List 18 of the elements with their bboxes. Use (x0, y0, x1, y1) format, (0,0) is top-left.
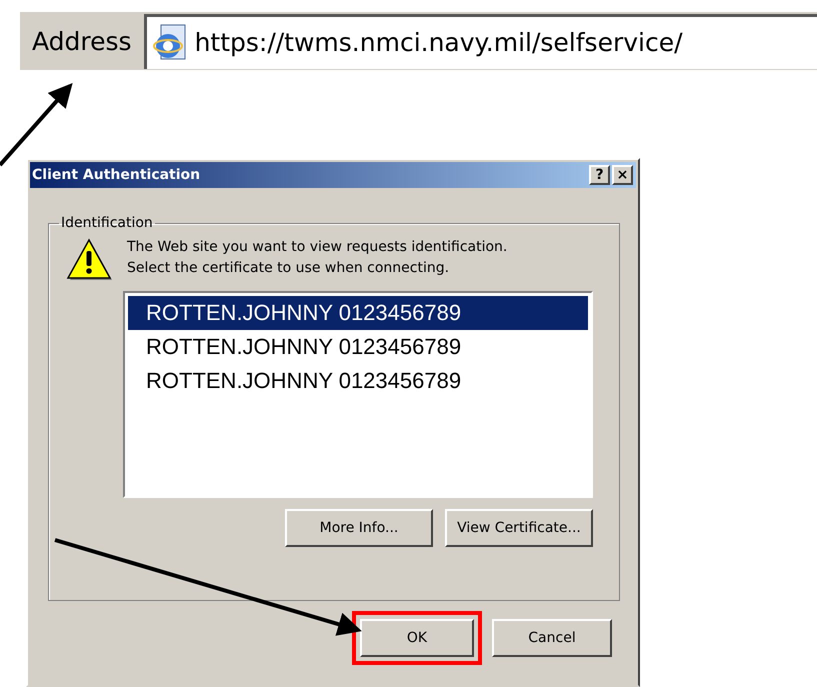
url-text: https://twms.nmci.navy.mil/selfservice/ (194, 28, 683, 57)
certificate-item[interactable]: ROTTEN.JOHNNY 0123456789 (128, 364, 588, 398)
view-certificate-button[interactable]: View Certificate... (445, 509, 593, 547)
certificate-item[interactable]: ROTTEN.JOHNNY 0123456789 (128, 296, 588, 330)
warning-icon (65, 237, 113, 281)
message-text: The Web site you want to view requests identification. Select the certificate to use when connecting. (127, 238, 508, 278)
address-label: Address (31, 26, 133, 56)
address-field[interactable]: https://twms.nmci.navy.mil/selfservice/ (144, 14, 817, 68)
certificate-item[interactable]: ROTTEN.JOHNNY 0123456789 (128, 330, 588, 364)
group-label: Identification (60, 215, 154, 231)
certificate-list[interactable]: ROTTEN.JOHNNY 0123456789 ROTTEN.JOHNNY 0123456789 ROTTEN.JOHNNY 0123456789 (123, 291, 593, 498)
page-icon (152, 24, 187, 62)
help-button[interactable]: ? (589, 165, 610, 185)
more-info-button[interactable]: More Info... (285, 509, 433, 547)
cancel-button[interactable]: Cancel (492, 619, 612, 657)
window-title: Client Authentication (32, 167, 202, 183)
ok-button[interactable]: OK (360, 619, 474, 657)
close-button[interactable]: × (612, 165, 633, 185)
